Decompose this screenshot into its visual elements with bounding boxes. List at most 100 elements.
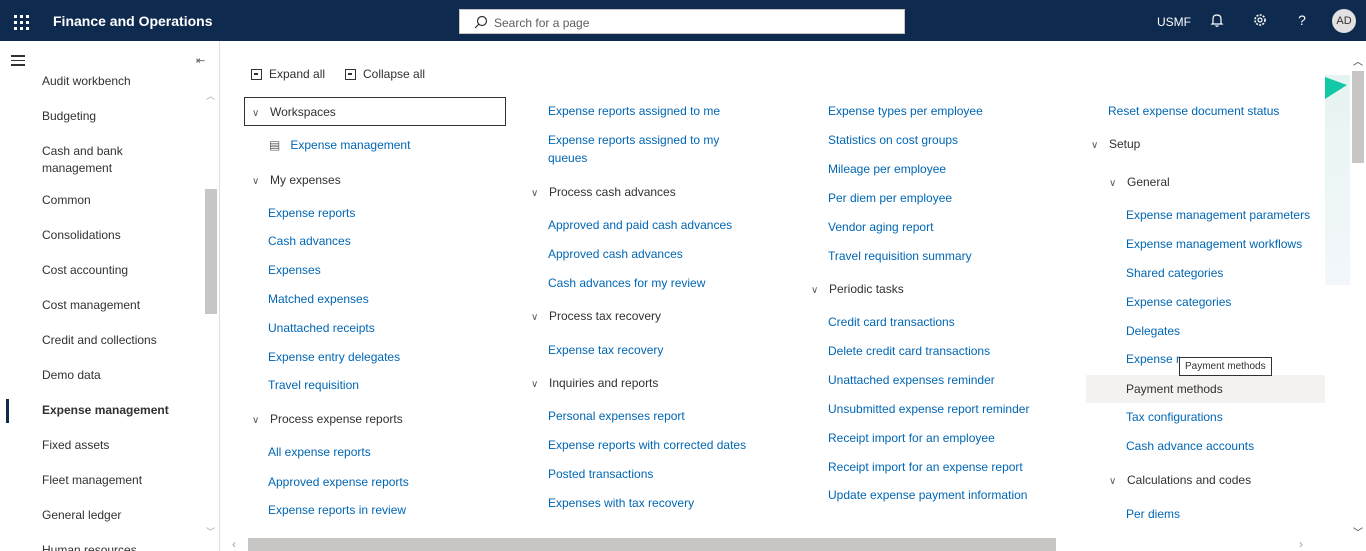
link-expense-reports-in-review[interactable]: Expense reports in review — [268, 502, 406, 519]
nav-item-general-ledger[interactable]: General ledger — [42, 507, 192, 524]
pin-icon[interactable]: ⇤ — [196, 54, 205, 67]
link-per-diems[interactable]: Per diems — [1126, 506, 1180, 523]
hamburger-icon[interactable] — [11, 55, 25, 69]
link-cash-advance-accounts[interactable]: Cash advance accounts — [1126, 438, 1254, 455]
link-delete-credit-card-transactions[interactable]: Delete credit card transactions — [828, 343, 990, 360]
nav-item-demo-data[interactable]: Demo data — [42, 367, 192, 384]
link-unattached-expenses-reminder[interactable]: Unattached expenses reminder — [828, 372, 995, 389]
link-mileage-per-employee[interactable]: Mileage per employee — [828, 161, 946, 178]
nav-item-audit-workbench[interactable]: Audit workbench — [42, 73, 192, 90]
nav-item-credit-and-collections[interactable]: Credit and collections — [42, 332, 192, 349]
nav-item-fleet-management[interactable]: Fleet management — [42, 472, 192, 489]
search-icon — [474, 15, 488, 29]
link-expense-reports-assigned-to-my-queues-cont[interactable]: queues — [548, 150, 587, 167]
link-approved-expense-reports[interactable]: Approved expense reports — [268, 474, 409, 491]
chevron-down-icon: ∨ — [531, 312, 539, 323]
link-personal-expenses-report[interactable]: Personal expenses report — [548, 408, 685, 425]
link-receipt-import-for-an-expense-report[interactable]: Receipt import for an expense report — [828, 459, 1023, 476]
horizontal-scrollbar-thumb[interactable] — [248, 538, 1056, 551]
link-statistics-on-cost-groups[interactable]: Statistics on cost groups — [828, 132, 958, 149]
link-expenses-with-tax-recovery[interactable]: Expenses with tax recovery — [548, 495, 694, 512]
chevron-down-icon: ∨ — [252, 415, 260, 426]
collapse-all-button[interactable]: Collapse all — [345, 67, 425, 81]
decorative-banner — [1325, 75, 1350, 285]
link-travel-requisition-summary[interactable]: Travel requisition summary — [828, 248, 972, 265]
waffle-icon[interactable] — [6, 6, 36, 36]
nav-item-cost-management[interactable]: Cost management — [42, 297, 192, 314]
chevron-up-icon[interactable]: ︿ — [1353, 53, 1363, 68]
link-expense-reports-assigned-to-my-queues[interactable]: Expense reports assigned to my — [548, 132, 719, 149]
link-vendor-aging-report[interactable]: Vendor aging report — [828, 219, 933, 236]
link-expense-management-parameters[interactable]: Expense management parameters — [1126, 207, 1310, 224]
chevron-right-icon[interactable]: › — [1299, 537, 1303, 551]
group-inquiries-and-reports[interactable]: ∨ Inquiries and reports — [531, 375, 658, 393]
collapse-all-label: Collapse all — [363, 67, 426, 81]
group-setup[interactable]: ∨ Setup — [1091, 136, 1140, 154]
link-unattached-receipts[interactable]: Unattached receipts — [268, 320, 375, 337]
link-expense-reasons[interactable]: Expense r — [1126, 351, 1180, 368]
link-shared-categories[interactable]: Shared categories — [1126, 265, 1223, 282]
link-approved-cash-advances[interactable]: Approved cash advances — [548, 246, 683, 263]
link-update-expense-payment-information[interactable]: Update expense payment information — [828, 487, 1027, 504]
nav-item-cost-accounting[interactable]: Cost accounting — [42, 262, 192, 279]
link-posted-transactions[interactable]: Posted transactions — [548, 466, 653, 483]
company-picker[interactable]: USMF — [1157, 15, 1191, 29]
nav-item-human-resources[interactable]: Human resources — [42, 542, 192, 551]
chevron-left-icon[interactable]: ‹ — [232, 537, 236, 551]
group-process-tax-recovery[interactable]: ∨ Process tax recovery — [531, 308, 661, 326]
link-matched-expenses[interactable]: Matched expenses — [268, 291, 369, 308]
chevron-up-icon[interactable]: ︿ — [206, 89, 215, 102]
decorative-shape — [1325, 77, 1347, 99]
expand-all-button[interactable]: Expand all — [251, 67, 325, 81]
group-process-expense-reports[interactable]: ∨ Process expense reports — [252, 411, 403, 429]
link-cash-advances[interactable]: Cash advances — [268, 233, 351, 250]
chevron-down-icon[interactable]: ﹀ — [1353, 524, 1363, 539]
link-tax-configurations[interactable]: Tax configurations — [1126, 409, 1223, 426]
group-workspaces[interactable]: ∨ Workspaces — [252, 104, 336, 122]
help-icon[interactable]: ? — [1294, 12, 1310, 28]
workspace-content: Expand all Collapse all ∨ Workspaces ▤ Exp… — [221, 41, 1366, 551]
chevron-down-icon[interactable]: ﹀ — [206, 525, 215, 538]
nav-item-cash-and-bank-management[interactable]: Cash and bank management — [42, 143, 152, 177]
nav-item-consolidations[interactable]: Consolidations — [42, 227, 192, 244]
nav-item-common[interactable]: Common — [42, 192, 192, 209]
avatar[interactable]: AD — [1332, 9, 1356, 33]
link-expense-reports[interactable]: Expense reports — [268, 205, 355, 222]
link-reset-expense-document-status[interactable]: Reset expense document status — [1108, 103, 1279, 120]
link-expenses[interactable]: Expenses — [268, 262, 321, 279]
link-expense-types-per-employee[interactable]: Expense types per employee — [828, 103, 983, 120]
search-input[interactable]: Search for a page — [459, 9, 905, 34]
link-travel-requisition[interactable]: Travel requisition — [268, 377, 359, 394]
group-general[interactable]: ∨ General — [1109, 174, 1170, 192]
link-expense-tax-recovery[interactable]: Expense tax recovery — [548, 342, 663, 359]
link-credit-card-transactions[interactable]: Credit card transactions — [828, 314, 955, 331]
vertical-scrollbar-thumb[interactable] — [1352, 71, 1364, 163]
link-per-diem-per-employee[interactable]: Per diem per employee — [828, 190, 952, 207]
nav-item-fixed-assets[interactable]: Fixed assets — [42, 437, 192, 454]
link-approved-and-paid-cash-advances[interactable]: Approved and paid cash advances — [548, 217, 732, 234]
nav-item-expense-management[interactable]: Expense management — [42, 402, 192, 419]
nav-scrollbar-thumb[interactable] — [205, 189, 217, 314]
bell-icon[interactable] — [1209, 12, 1225, 28]
link-expense-reports-with-corrected-dates[interactable]: Expense reports with corrected dates — [548, 437, 746, 454]
link-expense-management-workflows[interactable]: Expense management workflows — [1126, 236, 1302, 253]
nav-item-budgeting[interactable]: Budgeting — [42, 108, 192, 125]
group-my-expenses[interactable]: ∨ My expenses — [252, 172, 341, 190]
link-cash-advances-for-my-review[interactable]: Cash advances for my review — [548, 275, 705, 292]
link-receipt-import-for-an-employee[interactable]: Receipt import for an employee — [828, 430, 995, 447]
link-payment-methods[interactable]: Payment methods — [1126, 381, 1223, 398]
group-process-cash-advances[interactable]: ∨ Process cash advances — [531, 184, 676, 202]
link-expense-management-workspace[interactable]: ▤ Expense management — [269, 137, 410, 154]
link-unsubmitted-expense-report-reminder[interactable]: Unsubmitted expense report reminder — [828, 401, 1029, 418]
gear-icon[interactable] — [1252, 12, 1268, 28]
group-periodic-tasks[interactable]: ∨ Periodic tasks — [811, 281, 904, 299]
link-delegates[interactable]: Delegates — [1126, 323, 1180, 340]
chevron-down-icon: ∨ — [1109, 476, 1117, 487]
link-expense-categories[interactable]: Expense categories — [1126, 294, 1231, 311]
link-expense-entry-delegates[interactable]: Expense entry delegates — [268, 349, 400, 366]
app-title[interactable]: Finance and Operations — [53, 13, 212, 29]
link-expense-reports-assigned-to-me[interactable]: Expense reports assigned to me — [548, 103, 720, 120]
link-all-expense-reports[interactable]: All expense reports — [268, 444, 371, 461]
group-calculations-and-codes[interactable]: ∨ Calculations and codes — [1109, 472, 1251, 490]
tooltip: Payment methods — [1179, 357, 1272, 376]
